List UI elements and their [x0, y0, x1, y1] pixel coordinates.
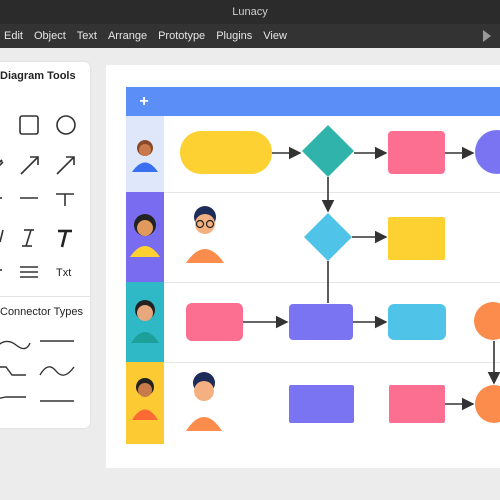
- arrow-tool-icon[interactable]: [20, 156, 39, 175]
- purple-process-box-2[interactable]: [289, 385, 354, 423]
- avatar-lane-3: [131, 300, 159, 343]
- sky-process-box[interactable]: [388, 304, 446, 340]
- menu-prototype[interactable]: Prototype: [156, 30, 207, 42]
- orange-circle-node-1[interactable]: [474, 302, 500, 340]
- arrow-tool-alt-icon[interactable]: [56, 156, 75, 175]
- panel-title: Diagram Tools: [0, 70, 76, 82]
- pink-process-box-1[interactable]: [388, 131, 445, 174]
- flowchart: [130, 125, 500, 431]
- decision-diamond-1[interactable]: [302, 125, 354, 177]
- panel-divider: [0, 296, 90, 297]
- menu-object[interactable]: Object: [32, 30, 68, 42]
- window-title: Lunacy: [232, 6, 268, 18]
- decision-diamond-2[interactable]: [304, 213, 352, 261]
- avatar-lane-4: [132, 378, 158, 420]
- menu-edit[interactable]: Edit: [2, 30, 25, 42]
- italic-partial-icon[interactable]: [0, 229, 4, 243]
- menu-text[interactable]: Text: [75, 30, 99, 42]
- connector-grid: [0, 340, 75, 402]
- menu-view[interactable]: View: [261, 30, 289, 42]
- menu-arrange[interactable]: Arrange: [106, 30, 149, 42]
- connector-types-title: Connector Types: [0, 306, 83, 318]
- partial-shape-icon[interactable]: [0, 159, 3, 163]
- avatar-person-lane-4: [186, 372, 222, 431]
- menu-plugins[interactable]: Plugins: [214, 30, 254, 42]
- menu-bar: Edit Object Text Arrange Prototype Plugi…: [0, 24, 500, 48]
- avatar-lane-2: [130, 214, 160, 257]
- italic-text-icon[interactable]: [22, 229, 34, 247]
- start-pill-shape[interactable]: [180, 131, 272, 174]
- arrow-partial-icon[interactable]: [0, 161, 4, 167]
- diagram-tools-panel: Diagram Tools Txt Connector Types: [0, 62, 90, 428]
- purple-process-box-1[interactable]: [289, 304, 353, 340]
- avatar-lane-1: [132, 140, 158, 172]
- yellow-process-box[interactable]: [388, 217, 445, 260]
- step-connector-icon[interactable]: [0, 396, 26, 399]
- pink-process-box-3[interactable]: [389, 385, 445, 423]
- purple-circle-node[interactable]: [475, 130, 500, 174]
- text-tool-icon[interactable]: [58, 229, 72, 248]
- play-icon[interactable]: [483, 30, 491, 42]
- pink-process-box-2[interactable]: [186, 303, 243, 341]
- tool-grid: [0, 115, 76, 278]
- elbow-connector-icon[interactable]: [0, 366, 26, 376]
- flow-connectors: [243, 146, 500, 411]
- t-connector-icon[interactable]: [56, 193, 74, 206]
- diagram-canvas[interactable]: +: [106, 65, 500, 468]
- txt-tool-label[interactable]: Txt: [56, 267, 71, 279]
- orange-circle-node-2[interactable]: [475, 385, 500, 423]
- avatar-person-glasses: [186, 206, 224, 263]
- title-bar: Lunacy: [0, 0, 500, 24]
- curved-connector-icon[interactable]: [0, 340, 31, 350]
- list-tool-icon[interactable]: [20, 266, 38, 278]
- rectangle-tool-icon[interactable]: [19, 115, 39, 135]
- wave-connector-icon[interactable]: [39, 366, 75, 376]
- ellipse-tool-icon[interactable]: [56, 115, 76, 135]
